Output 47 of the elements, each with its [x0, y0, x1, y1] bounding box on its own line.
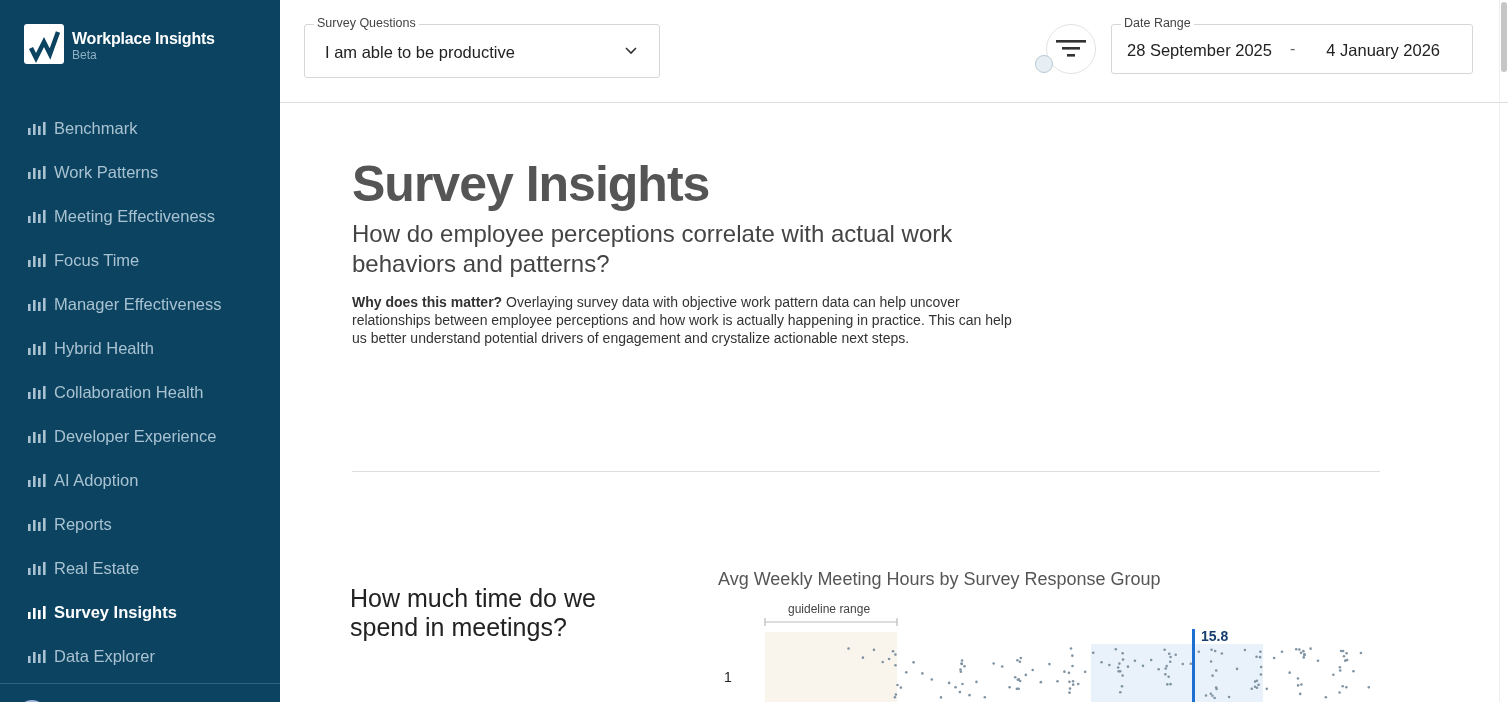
filter-button[interactable]: [1046, 24, 1096, 74]
sidebar-item[interactable]: Data Explorer: [0, 634, 280, 678]
bar-chart-icon: [28, 561, 46, 575]
logo-icon: [24, 24, 64, 64]
field-label: Date Range: [1121, 17, 1194, 30]
sidebar-item[interactable]: Collaboration Health: [0, 370, 280, 414]
chevron-down-icon: [625, 47, 637, 55]
sidebar-item[interactable]: Focus Time: [0, 238, 280, 282]
beta-label: Beta: [72, 48, 98, 62]
axis-label: 1: [724, 669, 732, 685]
page-title: Survey Insights: [352, 155, 711, 213]
date-separator: -: [1289, 40, 1296, 58]
guideline-label: guideline range: [788, 602, 871, 616]
field-label: Survey Questions: [314, 17, 419, 30]
bar-chart-icon: [28, 253, 46, 267]
sidebar-item[interactable]: Work Patterns: [0, 150, 280, 194]
bar-chart-icon: [28, 473, 46, 487]
sidebar-item[interactable]: AI Adoption: [0, 458, 280, 502]
average-label: 15.8: [1201, 628, 1229, 644]
bar-chart-icon: [28, 649, 46, 663]
sidebar-item[interactable]: Benchmark: [0, 106, 280, 150]
sidebar-item[interactable]: Real Estate: [0, 546, 280, 590]
sidebar-item[interactable]: Reports: [0, 502, 280, 546]
bar-chart-icon: [28, 165, 46, 179]
sidebar-item[interactable]: Developer Experience: [0, 414, 280, 458]
sidebar-item[interactable]: Meeting Effectiveness: [0, 194, 280, 238]
start-date: 28 September 2025: [1127, 39, 1272, 60]
bar-chart-icon: [28, 517, 46, 531]
sidebar-item[interactable]: Survey Insights: [0, 590, 280, 634]
filter-icon: [1056, 40, 1086, 58]
toggle-handle[interactable]: [1035, 55, 1053, 73]
bar-chart-icon: [28, 209, 46, 223]
sidebar-item[interactable]: Hybrid Health: [0, 326, 280, 370]
section-heading: How much time do we spend in meetings?: [350, 584, 597, 643]
selected-value: I am able to be productive: [325, 41, 515, 62]
bar-chart-icon: [28, 121, 46, 135]
bar-chart-icon: [28, 385, 46, 399]
sidebar-item[interactable]: Manager Effectiveness: [0, 282, 280, 326]
page-subtitle: How do employee perceptions correlate with actual work behaviors and patterns?: [352, 219, 954, 279]
chart-title: Avg Weekly Meeting Hours by Survey Response Group: [718, 569, 1162, 590]
bar-chart-icon: [28, 605, 46, 619]
app-name: Workplace Insights: [72, 30, 215, 48]
end-date: 4 January 2026: [1326, 39, 1441, 60]
bar-chart-icon: [28, 429, 46, 443]
bar-chart-icon: [28, 297, 46, 311]
description-paragraph: Why does this matter? Overlaying survey data with objective work pattern data can help uncover relationships between employee perceptions and how work is actually happening in practice. This can help us better understand potential drivers of engagement and crystalize actionable next steps.: [352, 293, 1012, 347]
bar-chart-icon: [28, 341, 46, 355]
